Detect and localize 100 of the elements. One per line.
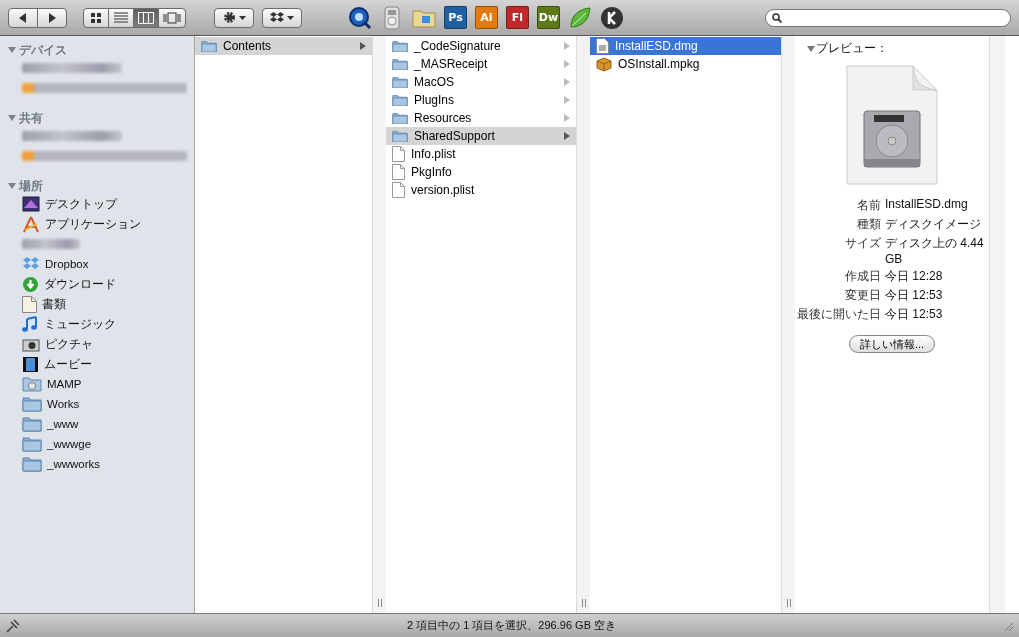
download-icon (22, 275, 39, 293)
column-view-icon (138, 11, 154, 24)
folder-icon (392, 129, 408, 143)
sidebar-item[interactable]: デスクトップ (45, 196, 117, 212)
view-mode-button[interactable] (133, 7, 159, 28)
column-resize-handle[interactable] (785, 599, 792, 607)
disclosure-down-icon[interactable] (8, 182, 16, 190)
right-arrow-icon (47, 12, 57, 23)
info-value: ディスク上の 4.44 GB (885, 235, 985, 266)
disclosure-right-icon (564, 96, 570, 104)
pin-icon[interactable] (6, 618, 20, 633)
sidebar-item[interactable]: ミュージック (44, 316, 116, 332)
search-icon (772, 12, 782, 23)
sidebar-item[interactable]: アプリケーション (45, 216, 141, 232)
folder-icon (201, 39, 217, 53)
info-label: 名前 (856, 197, 881, 214)
view-mode-button[interactable] (108, 7, 134, 28)
info-value: ディスクイメージ (885, 216, 982, 233)
info-label: 変更日 (844, 287, 881, 304)
file-row[interactable]: Contents (195, 37, 372, 55)
folder-icon (392, 111, 408, 125)
disclosure-down-icon[interactable] (8, 114, 16, 122)
sidebar-section-title: 共有 (19, 109, 43, 127)
disclosure-right-icon (564, 60, 570, 68)
info-label: 作成日 (844, 268, 881, 285)
desktop-icon (22, 196, 40, 212)
dropbox-icon (270, 11, 284, 24)
sidebar-section-title: デバイス (19, 41, 67, 59)
left-arrow-icon (18, 12, 28, 23)
disk-image-file-icon (844, 63, 940, 187)
file-row[interactable]: version.plist (386, 181, 576, 199)
column-resize-handle[interactable] (580, 599, 587, 607)
list-view-icon (114, 11, 128, 24)
file-row[interactable]: MacOS (386, 73, 576, 91)
info-value: 今日 12:53 (885, 287, 944, 304)
app-launcher-button[interactable]: Ps (444, 6, 467, 29)
back-button[interactable] (8, 7, 38, 28)
info-label: 種類 (856, 216, 881, 233)
file-row[interactable]: Resources (386, 109, 576, 127)
document-icon (392, 182, 405, 198)
info-value: 今日 12:53 (885, 306, 944, 323)
camera-icon (22, 336, 40, 352)
preview-title: プレビュー： (816, 40, 888, 57)
file-row[interactable]: _CodeSignature (386, 37, 576, 55)
document-icon (392, 164, 405, 180)
action-menu-button[interactable] (214, 7, 254, 28)
search-field[interactable] (765, 8, 1011, 27)
sidebar-item[interactable]: Dropbox (45, 258, 89, 270)
info-label: サイズ (844, 235, 881, 252)
info-value: 今日 12:28 (885, 268, 944, 285)
sidebar-item[interactable]: _wwworks (47, 458, 101, 470)
file-row[interactable]: SharedSupport (386, 127, 576, 145)
sidebar-item[interactable]: MAMP (47, 378, 82, 390)
sidebar-item[interactable]: ダウンロード (44, 276, 116, 292)
file-row[interactable]: InstallESD.dmg (590, 37, 781, 55)
file-row[interactable]: Info.plist (386, 145, 576, 163)
document-icon (392, 146, 405, 162)
sidebar-item[interactable]: ムービー (44, 356, 92, 372)
file-row[interactable]: PlugIns (386, 91, 576, 109)
applications-icon (22, 215, 40, 233)
info-value: InstallESD.dmg (885, 197, 969, 213)
cover-flow-icon (163, 11, 181, 24)
app-launcher-button[interactable] (600, 5, 624, 30)
folder-icon (22, 396, 42, 412)
info-label: 最後に開いた日 (797, 306, 881, 323)
package-icon (596, 56, 612, 72)
disclosure-down-icon[interactable] (8, 46, 16, 54)
sidebar-item[interactable]: ピクチャ (45, 336, 93, 352)
music-note-icon (22, 315, 39, 333)
sidebar-item[interactable]: 書類 (42, 296, 66, 312)
disclosure-down-icon[interactable] (807, 44, 815, 53)
folder-icon (392, 39, 408, 53)
file-row[interactable]: _MASReceipt (386, 55, 576, 73)
file-row[interactable]: OSInstall.mpkg (590, 55, 781, 73)
caret-icon (238, 15, 246, 20)
resize-grip-icon[interactable] (1003, 620, 1013, 631)
folder-icon (22, 456, 42, 472)
forward-button[interactable] (37, 7, 67, 28)
sidebar-item[interactable]: Works (47, 398, 80, 410)
icon-view-icon (90, 11, 102, 24)
more-info-button[interactable]: 詳しい情報... (848, 335, 936, 353)
sidebar-item[interactable]: _wwwge (47, 438, 92, 450)
view-mode-button[interactable] (158, 7, 186, 28)
app-launcher-button[interactable] (348, 5, 372, 30)
sidebar-item[interactable]: _www (47, 418, 79, 430)
file-row[interactable]: PkgInfo (386, 163, 576, 181)
folder-icon (392, 93, 408, 107)
column-resize-handle[interactable] (376, 599, 383, 607)
document-icon (22, 295, 37, 313)
status-text: 2 項目中の 1 項目を選択、296.96 GB 空き (405, 618, 618, 633)
disclosure-right-icon (564, 114, 570, 122)
gear-icon (222, 11, 236, 24)
app-launcher-button[interactable]: Fl (506, 6, 529, 29)
dropbox-menu-button[interactable] (262, 7, 302, 28)
film-strip-icon (22, 355, 39, 373)
disclosure-right-icon (564, 78, 570, 86)
dropbox-icon (22, 256, 40, 272)
sidebar-section-title: 場所 (19, 177, 43, 195)
app-launcher-button[interactable]: Dw (537, 6, 560, 29)
view-mode-button[interactable] (83, 7, 109, 28)
